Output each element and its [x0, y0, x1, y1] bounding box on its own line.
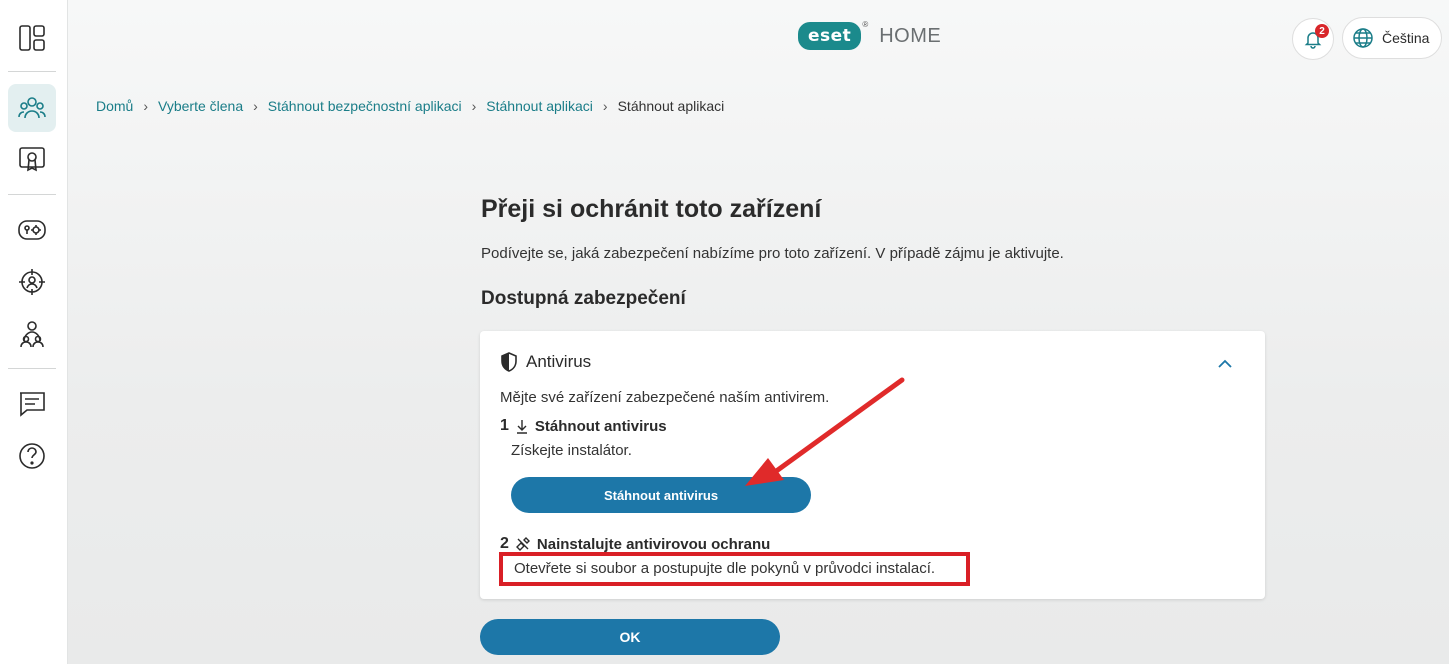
- breadcrumb-separator-icon: ›: [602, 98, 608, 114]
- registered-mark: ®: [862, 19, 869, 29]
- sidebar-item-feedback[interactable]: [8, 380, 56, 428]
- download-arrow-icon: [516, 420, 527, 434]
- logo-home-text: HOME: [879, 24, 942, 47]
- page-description: Podívejte se, jaká zabezpečení nabízíme …: [481, 245, 1064, 262]
- download-antivirus-button[interactable]: Stáhnout antivirus: [511, 477, 811, 513]
- eset-home-logo[interactable]: eset ® HOME: [798, 19, 942, 50]
- sidebar-item-password-manager[interactable]: [8, 206, 56, 254]
- chevron-up-icon[interactable]: [1217, 359, 1233, 369]
- eset-logo-badge: eset: [798, 22, 862, 50]
- step-2-title: Nainstalujte antivirovou ochranu: [536, 535, 771, 553]
- breadcrumb-link-home[interactable]: Domů: [96, 98, 133, 114]
- breadcrumb: Domů › Vyberte člena › Stáhnout bezpečno…: [96, 98, 724, 114]
- annotation-highlight-box: [499, 552, 970, 586]
- language-selector[interactable]: Čeština: [1342, 17, 1442, 59]
- ok-button[interactable]: OK: [480, 619, 780, 655]
- feedback-message-icon: [20, 392, 45, 417]
- sidebar-item-members[interactable]: [8, 84, 56, 132]
- step-1-title: Stáhnout antivirus: [534, 417, 667, 435]
- dashboard-icon: [19, 25, 45, 51]
- sidebar-item-help[interactable]: [8, 432, 56, 480]
- antivirus-card-title: Antivirus: [526, 352, 592, 371]
- breadcrumb-current: Stáhnout aplikaci: [617, 98, 725, 114]
- notifications-button[interactable]: 2: [1292, 18, 1334, 60]
- parental-control-icon: [20, 321, 44, 348]
- breadcrumb-separator-icon: ›: [471, 98, 477, 114]
- breadcrumb-separator-icon: ›: [143, 98, 149, 114]
- sidebar-item-anti-theft[interactable]: [8, 258, 56, 306]
- step-1-number: 1: [500, 417, 509, 434]
- step-2-number: 2: [500, 535, 509, 552]
- antivirus-card: Antivirus Mějte své zařízení zabezpečené…: [480, 331, 1265, 599]
- antivirus-card-header[interactable]: Antivirus: [500, 352, 591, 372]
- tools-icon: [515, 537, 530, 551]
- step-2-header: 2 Nainstalujte antivirovou ochranu: [500, 535, 770, 553]
- help-question-icon: [19, 443, 45, 469]
- page-title: Přeji si ochránit toto zařízení: [481, 195, 822, 223]
- step-1-subtitle: Získejte instalátor.: [511, 442, 632, 459]
- license-certificate-icon: [19, 147, 45, 172]
- sidebar-item-dashboard[interactable]: [8, 14, 56, 62]
- sidebar: [0, 0, 68, 664]
- breadcrumb-link-select-member[interactable]: Vyberte člena: [158, 98, 243, 114]
- language-label: Čeština: [1382, 30, 1430, 46]
- globe-icon: [1353, 28, 1373, 48]
- sidebar-item-parental-control[interactable]: [8, 310, 56, 358]
- members-icon: [18, 97, 46, 119]
- breadcrumb-link-download-app[interactable]: Stáhnout aplikaci: [486, 98, 593, 114]
- sidebar-item-licenses[interactable]: [8, 136, 56, 184]
- antivirus-card-description: Mějte své zařízení zabezpečené naším ant…: [500, 389, 830, 406]
- anti-theft-target-icon: [19, 269, 45, 295]
- breadcrumb-separator-icon: ›: [253, 98, 258, 114]
- breadcrumb-link-download-security-app[interactable]: Stáhnout bezpečnostní aplikaci: [268, 98, 462, 114]
- section-title: Dostupná zabezpečení: [481, 288, 686, 309]
- step-1-header: 1 Stáhnout antivirus: [500, 417, 667, 435]
- password-manager-icon: [18, 220, 46, 240]
- shield-icon: [501, 352, 517, 372]
- notification-count-badge: 2: [1315, 24, 1329, 38]
